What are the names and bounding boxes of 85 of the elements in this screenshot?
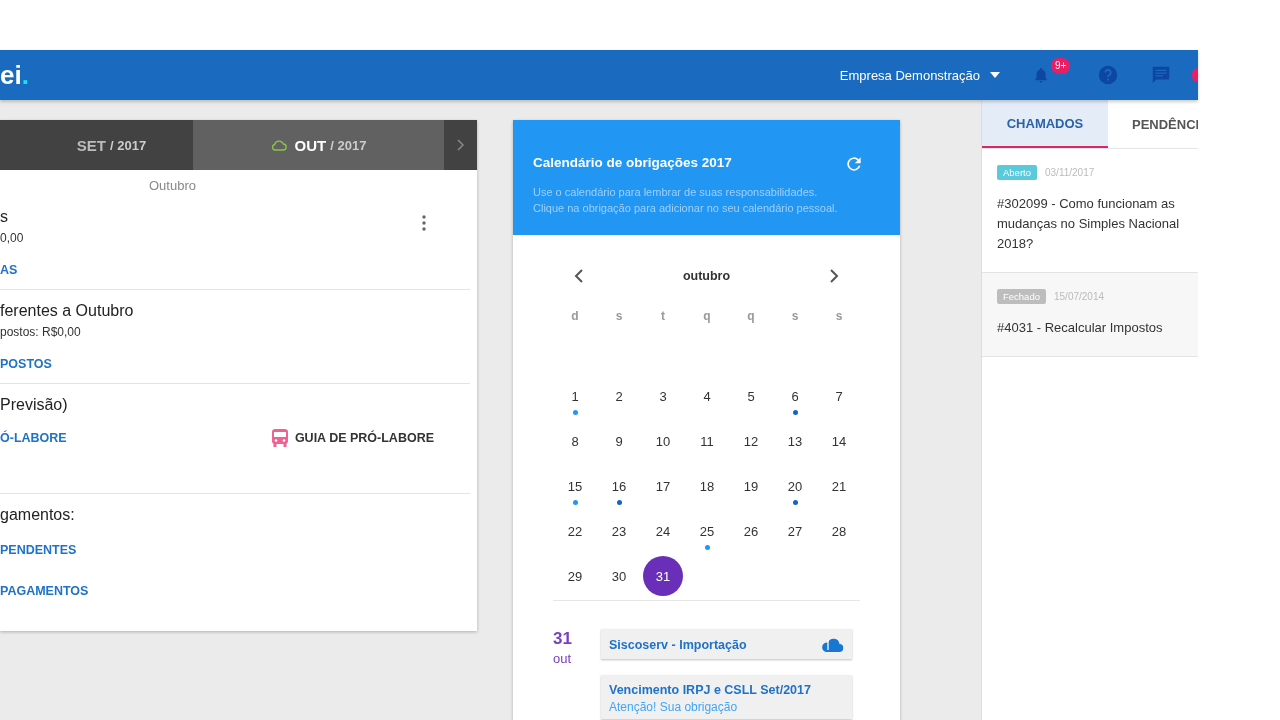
cloud-icon (270, 139, 287, 151)
event-title: Vencimento IRPJ e CSLL Set/2017 (609, 683, 811, 697)
logo[interactable]: ei. (0, 60, 29, 90)
section-title: Previsão) (0, 395, 68, 415)
calendar-day[interactable]: 21 (819, 466, 859, 506)
calendar-day[interactable]: 13 (775, 421, 815, 461)
link[interactable]: PENDENTES (0, 543, 470, 557)
event-day: 31 (553, 629, 601, 649)
event-title: Siscoserv - Importação (609, 638, 747, 652)
section-value: 0,00 (0, 231, 24, 245)
notification-badge: 9+ (1051, 58, 1071, 74)
ticket-title[interactable]: #4031 - Recalcular Impostos (997, 318, 1194, 338)
section-title: gamentos: (0, 505, 75, 525)
event-card[interactable]: Vencimento IRPJ e CSLL Set/2017 Atenção! Sua obrigação (601, 675, 852, 719)
help-icon[interactable] (1097, 64, 1119, 86)
section-title: s (0, 207, 9, 227)
calendar-day[interactable]: 20 (775, 466, 815, 506)
avatar[interactable] (1192, 68, 1198, 82)
calendar-day[interactable]: 9 (599, 421, 639, 461)
weekday-label: s (790, 309, 800, 323)
weekday-label: q (746, 309, 756, 323)
month-tab[interactable]: OUT / 2017 (193, 120, 444, 170)
calendar-day[interactable]: 24 (643, 511, 683, 551)
calendar-description: Use o calendário para lembrar de suas responsabilidades. Clique na obrigação para adicionar no seu calendário pessoal. (533, 185, 839, 216)
calendar-day[interactable]: 16 (599, 466, 639, 506)
cloud-icon (820, 637, 844, 653)
calendar-day[interactable]: 18 (687, 466, 727, 506)
calendar-day[interactable]: 8 (555, 421, 595, 461)
ticket-date: 15/07/2014 (1054, 291, 1105, 302)
company-selector[interactable]: Empresa Demonstração (839, 67, 1000, 83)
calendar-day[interactable]: 3 (643, 376, 683, 416)
bus-icon (270, 428, 289, 448)
ticket-date: 03/11/2017 (1045, 167, 1095, 178)
link[interactable]: AS (0, 263, 470, 277)
month-label: Outubro (148, 178, 197, 193)
weekday-label: t (660, 309, 666, 323)
calendar-day[interactable]: 17 (643, 466, 683, 506)
calendar-day[interactable]: 22 (555, 511, 595, 551)
status-tag: Aberto (997, 165, 1037, 180)
calendar-day[interactable]: 2 (599, 376, 639, 416)
calendar-day[interactable]: 29 (555, 556, 595, 596)
next-icon[interactable] (828, 269, 840, 283)
calendar-day[interactable]: 31 (643, 556, 683, 596)
calendar-day[interactable]: 14 (819, 421, 859, 461)
calendar-day[interactable]: 1 (555, 376, 595, 416)
chevron-right-icon (456, 139, 465, 151)
guide-link[interactable]: GUIA DE PRÓ-LABORE (294, 431, 434, 445)
calendar-day[interactable]: 15 (555, 466, 595, 506)
section-title: ferentes a Outubro (0, 301, 134, 321)
previous-icon[interactable] (573, 269, 585, 283)
calendar-day[interactable]: 30 (599, 556, 639, 596)
month-name: outubro (682, 269, 731, 283)
link[interactable]: PAGAMENTOS (0, 584, 470, 598)
weekday-label: s (834, 309, 844, 323)
event-card[interactable]: Siscoserv - Importação (601, 629, 852, 659)
calendar-day[interactable]: 4 (687, 376, 727, 416)
calendar-day[interactable]: 7 (819, 376, 859, 416)
more-options-icon[interactable] (422, 215, 426, 231)
status-tag: Fechado (997, 289, 1046, 304)
calendar-day[interactable]: 12 (731, 421, 771, 461)
link[interactable]: Ó-LABORE (0, 431, 67, 445)
caret-icon (990, 72, 1000, 78)
event-text: Atenção! Sua obrigação (609, 701, 739, 713)
calendar-day[interactable]: 10 (643, 421, 683, 461)
calendar-day[interactable]: 6 (775, 376, 815, 416)
panel-tab[interactable]: PENDÊNCI (1108, 100, 1198, 148)
calendar-day[interactable]: 26 (731, 511, 771, 551)
calendar-day[interactable]: 5 (731, 376, 771, 416)
calendar-day[interactable]: 25 (687, 511, 727, 551)
weekday-label: q (702, 309, 712, 323)
event-month: out (553, 651, 573, 666)
calendar-day[interactable]: 11 (687, 421, 727, 461)
link[interactable]: POSTOS (0, 357, 470, 371)
calendar-day[interactable]: 27 (775, 511, 815, 551)
section-value: postos: R$0,00 (0, 325, 82, 339)
calendar-title: Calendário de obrigações 2017 (533, 154, 732, 170)
weekday-label: s (614, 309, 624, 323)
calendar-day[interactable]: 23 (599, 511, 639, 551)
calendar-day[interactable]: 19 (731, 466, 771, 506)
weekday-label: d (570, 309, 580, 323)
panel-tab[interactable]: CHAMADOS (982, 100, 1108, 148)
month-tab[interactable]: SET / 2017 (0, 120, 193, 170)
calendar-day[interactable]: 28 (819, 511, 859, 551)
refresh-icon[interactable] (844, 154, 864, 174)
ticket-title[interactable]: #302099 - Como funcionam as mudanças no Simples Nacional 2018? (997, 194, 1194, 254)
